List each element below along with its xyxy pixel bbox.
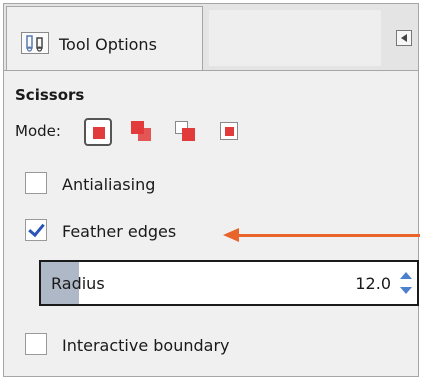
tab-menu-left-arrow-icon[interactable] [396, 30, 412, 46]
tab-bar-empty-area [209, 10, 381, 66]
spin-up-icon[interactable] [400, 272, 412, 279]
radius-spin-scale[interactable]: Radius 12.0 [39, 260, 419, 306]
annotation-arrow-icon [223, 228, 239, 242]
radius-label: Radius [51, 274, 105, 293]
tool-options-panel: Tool Options Scissors Mode: Antialiasing… [3, 3, 420, 377]
radius-value[interactable]: 12.0 [355, 274, 391, 293]
dock-tab-bar: Tool Options [4, 4, 418, 71]
interactive-boundary-checkbox[interactable] [25, 333, 47, 355]
interactive-boundary-label: Interactive boundary [62, 336, 230, 355]
feather-edges-checkbox[interactable] [25, 219, 47, 241]
mode-add-button[interactable] [128, 118, 156, 146]
spin-down-icon[interactable] [400, 287, 412, 294]
mode-replace-button[interactable] [84, 118, 112, 146]
mode-label: Mode: [15, 122, 61, 140]
tab-tool-options[interactable]: Tool Options [6, 6, 203, 70]
antialiasing-checkbox[interactable] [25, 172, 47, 194]
tool-options-icon [21, 32, 49, 54]
mode-subtract-button[interactable] [172, 118, 200, 146]
radius-stepper[interactable] [399, 270, 413, 296]
antialiasing-label: Antialiasing [62, 175, 156, 194]
tool-title: Scissors [15, 86, 85, 104]
mode-intersect-button[interactable] [216, 118, 244, 146]
annotation-arrow-line [236, 234, 420, 237]
tab-label: Tool Options [59, 35, 157, 54]
feather-edges-label: Feather edges [62, 222, 177, 241]
